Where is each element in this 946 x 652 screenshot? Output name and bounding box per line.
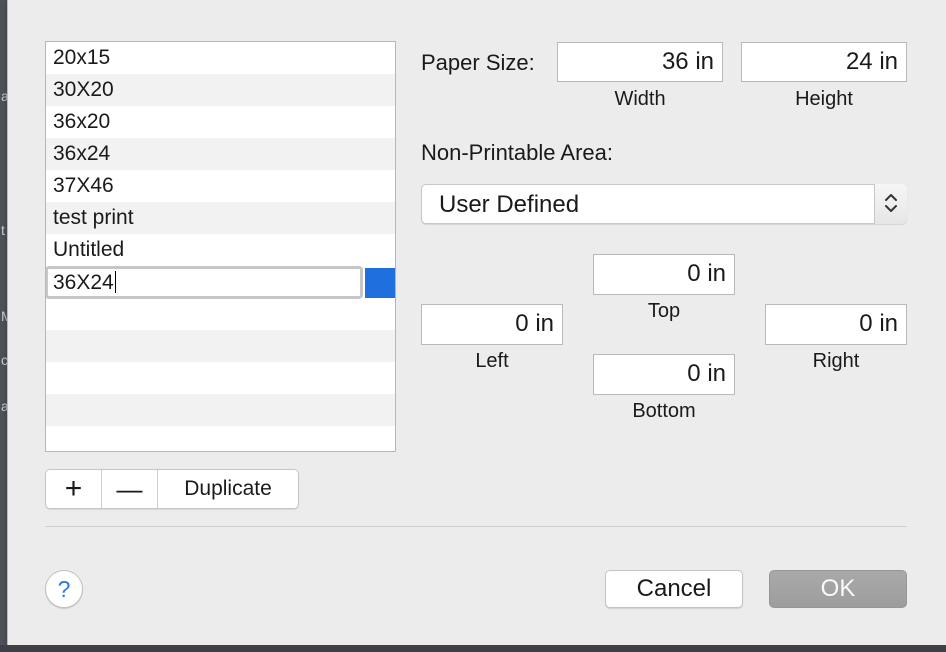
paper-height-field[interactable]: 24 in xyxy=(741,42,907,82)
margin-top-field[interactable]: 0 in xyxy=(593,254,735,295)
list-item-editing[interactable]: 36X24 xyxy=(46,266,395,299)
text-caret xyxy=(114,271,117,293)
paper-size-list[interactable]: 20x15 30X20 36x20 36x24 37X46 test print… xyxy=(45,41,396,452)
width-caption: Width xyxy=(614,88,666,110)
duplicate-button[interactable]: Duplicate xyxy=(158,470,298,508)
add-button[interactable]: + xyxy=(46,470,102,508)
ok-button[interactable]: OK xyxy=(769,570,907,608)
help-button[interactable]: ? xyxy=(45,570,83,608)
rename-input-text: 36X24 xyxy=(53,271,114,294)
empty-row xyxy=(46,426,395,451)
divider xyxy=(45,526,907,527)
margin-right-field[interactable]: 0 in xyxy=(765,304,907,345)
empty-row xyxy=(46,330,395,362)
selection-highlight xyxy=(365,268,395,298)
cancel-button[interactable]: Cancel xyxy=(605,570,743,608)
list-item[interactable]: 37X46 xyxy=(46,170,395,202)
right-caption: Right xyxy=(812,350,860,372)
bottom-caption: Bottom xyxy=(632,400,696,422)
rename-input[interactable]: 36X24 xyxy=(46,266,363,299)
margin-left-field[interactable]: 0 in xyxy=(421,304,563,345)
empty-row xyxy=(46,394,395,426)
non-printable-area-label: Non-Printable Area: xyxy=(421,140,613,165)
list-item[interactable]: 36x24 xyxy=(46,138,395,170)
paper-width-field[interactable]: 36 in xyxy=(557,42,723,82)
margin-bottom-field[interactable]: 0 in xyxy=(593,354,735,395)
background-letter: c xyxy=(1,352,8,368)
list-item[interactable]: test print xyxy=(46,202,395,234)
list-item[interactable]: Untitled xyxy=(46,234,395,266)
list-item[interactable]: 36x20 xyxy=(46,106,395,138)
paper-size-label: Paper Size: xyxy=(421,50,535,75)
top-caption: Top xyxy=(647,300,681,322)
popup-selected-value: User Defined xyxy=(439,191,580,218)
non-printable-area-popup[interactable]: User Defined xyxy=(421,184,907,224)
left-caption: Left xyxy=(475,350,509,372)
background-letter: t xyxy=(1,222,5,238)
list-item[interactable]: 30X20 xyxy=(46,74,395,106)
up-down-chevron-icon xyxy=(874,184,907,224)
empty-row xyxy=(46,298,395,330)
list-item[interactable]: 20x15 xyxy=(46,42,395,74)
list-controls: + — Duplicate xyxy=(45,469,299,509)
background-window-edge xyxy=(0,645,946,652)
empty-row xyxy=(46,362,395,394)
remove-button[interactable]: — xyxy=(102,470,158,508)
height-caption: Height xyxy=(795,88,853,110)
custom-paper-sizes-dialog: 20x15 30X20 36x20 36x24 37X46 test print… xyxy=(8,0,946,645)
